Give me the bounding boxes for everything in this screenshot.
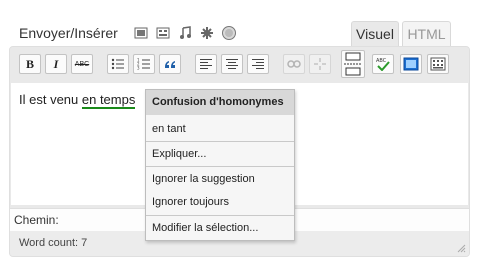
context-menu-title: Confusion d'homonymes bbox=[146, 90, 294, 115]
media-buttons bbox=[133, 25, 237, 41]
strikethrough-button[interactable]: ABC bbox=[71, 54, 93, 74]
menu-separator bbox=[146, 215, 294, 216]
align-center-button[interactable] bbox=[221, 54, 243, 74]
link-button[interactable] bbox=[283, 54, 305, 74]
svg-text:3: 3 bbox=[137, 66, 140, 71]
menu-separator bbox=[146, 141, 294, 142]
menu-item-suggestion[interactable]: en tant bbox=[146, 118, 294, 140]
strikethrough-icon: ABC bbox=[74, 60, 90, 68]
spellcheck-icon: ABC bbox=[376, 58, 390, 71]
image-icon[interactable] bbox=[133, 25, 149, 41]
spellcheck-button[interactable]: ABC bbox=[372, 54, 394, 74]
kitchen-sink-icon bbox=[430, 57, 446, 71]
blockquote-button[interactable] bbox=[159, 54, 181, 74]
align-left-button[interactable] bbox=[195, 54, 217, 74]
fullscreen-icon bbox=[403, 57, 419, 71]
tab-html[interactable]: HTML bbox=[402, 21, 451, 47]
blockquote-icon bbox=[165, 61, 175, 68]
svg-text:ABC: ABC bbox=[376, 58, 387, 64]
numbered-list-icon: 123 bbox=[137, 58, 150, 71]
bold-icon: B bbox=[25, 56, 34, 71]
italic-icon: I bbox=[53, 56, 59, 71]
path-label: Chemin: bbox=[14, 213, 59, 227]
menu-item-ignore-suggestion[interactable]: Ignorer la suggestion bbox=[146, 168, 294, 190]
flagged-word[interactable]: en temps bbox=[81, 92, 136, 109]
resize-handle-icon[interactable] bbox=[456, 243, 466, 253]
menu-item-explain[interactable]: Expliquer... bbox=[146, 143, 294, 165]
kitchen-sink-button[interactable] bbox=[427, 54, 449, 74]
bullet-list-icon bbox=[111, 58, 124, 70]
media-icon[interactable] bbox=[199, 25, 215, 41]
more-tag-button[interactable] bbox=[341, 50, 365, 78]
menu-item-edit-selection[interactable]: Modifier la sélection... bbox=[146, 217, 294, 239]
editor-toolbar: B I ABC 123 ABC bbox=[10, 47, 469, 81]
italic-button[interactable]: I bbox=[45, 54, 67, 74]
tab-visual[interactable]: Visuel bbox=[351, 21, 399, 47]
more-tag-icon bbox=[344, 52, 362, 76]
menu-item-ignore-always[interactable]: Ignorer toujours bbox=[146, 191, 294, 213]
link-icon bbox=[287, 60, 301, 68]
video-icon[interactable] bbox=[155, 25, 171, 41]
menu-separator bbox=[146, 166, 294, 167]
bullet-list-button[interactable] bbox=[107, 54, 129, 74]
word-count: Word count: 7 bbox=[19, 237, 88, 249]
content-paragraph: Il est venu en temps bbox=[19, 92, 136, 109]
align-center-icon bbox=[226, 59, 238, 69]
fullscreen-button[interactable] bbox=[400, 54, 422, 74]
align-left-icon bbox=[200, 59, 212, 69]
align-right-icon bbox=[252, 59, 264, 69]
audio-icon[interactable] bbox=[177, 25, 193, 41]
content-text: Il est venu bbox=[19, 92, 82, 107]
context-menu: Confusion d'homonymes en tant Expliquer.… bbox=[145, 89, 295, 241]
unlink-button[interactable] bbox=[309, 54, 331, 74]
bold-button[interactable]: B bbox=[19, 54, 41, 74]
circle-icon[interactable] bbox=[221, 25, 237, 41]
align-right-button[interactable] bbox=[247, 54, 269, 74]
unlink-icon bbox=[314, 58, 326, 70]
upload-insert-label: Envoyer/Insérer bbox=[19, 25, 118, 41]
numbered-list-button[interactable]: 123 bbox=[133, 54, 155, 74]
editor-header: Envoyer/Insérer Visuel HTML bbox=[0, 0, 478, 47]
